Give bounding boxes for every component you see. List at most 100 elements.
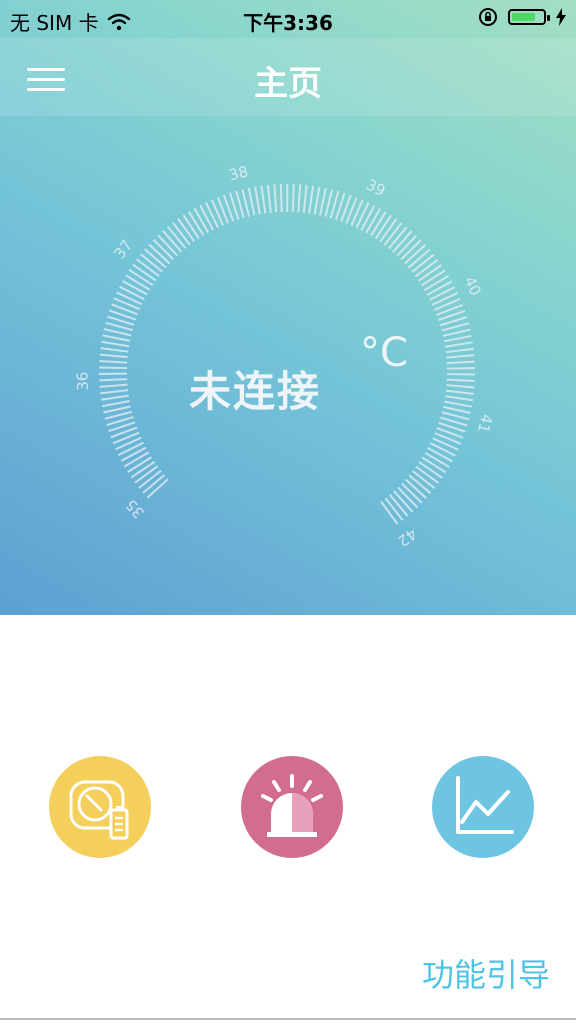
gauge-tick	[99, 366, 128, 370]
gauge-tick	[411, 253, 435, 273]
gauge-tick	[424, 451, 450, 468]
gauge-tick	[446, 360, 475, 365]
gauge-tick	[254, 186, 261, 215]
gauge-tick	[313, 186, 321, 215]
gauge-tick	[291, 184, 295, 213]
gauge-tick	[297, 184, 302, 213]
gauge-tick	[103, 328, 132, 337]
gauge-tick	[266, 184, 272, 213]
gauge-tick	[350, 199, 364, 226]
gauge-tick	[412, 470, 436, 490]
gauge-tick	[432, 437, 459, 451]
gauge-tick	[446, 378, 475, 382]
gauge-tick	[177, 218, 196, 243]
gauge-tick	[188, 211, 205, 237]
gauge-tick	[427, 447, 453, 463]
chart-button[interactable]	[432, 756, 534, 858]
gauge-scale-label: 35	[122, 496, 148, 522]
gauge-tick	[426, 280, 453, 296]
gauge-tick	[134, 465, 159, 484]
gauge-tick	[100, 347, 129, 353]
gauge-tick	[442, 405, 471, 414]
gauge-tick	[446, 354, 475, 359]
gauge-scale-label: 41	[474, 412, 496, 435]
gauge-tick	[414, 258, 439, 278]
gauge-tick	[446, 384, 475, 389]
gauge-tick	[279, 184, 283, 213]
gauge-scale-label: 39	[363, 176, 388, 201]
battery-icon	[508, 9, 550, 25]
gauge-tick	[101, 340, 130, 348]
gauge-tick	[360, 205, 376, 231]
gauge-tick	[260, 185, 267, 214]
gauge-tick	[135, 258, 160, 277]
gauge-tick	[365, 208, 381, 234]
gauge-tick	[374, 214, 392, 240]
gauge-scale-label: 38	[227, 162, 250, 184]
gauge-tick	[130, 460, 156, 479]
gauge-tick	[182, 214, 200, 240]
connection-status: 未连接	[188, 367, 321, 416]
alarm-light-icon	[261, 774, 323, 837]
gauge-tick	[431, 292, 459, 306]
feature-guide-link[interactable]: 功能引导	[422, 950, 550, 996]
gauge-tick	[379, 218, 398, 243]
gauge-tick	[101, 400, 130, 408]
gauge-tick	[380, 500, 399, 525]
gauge-tick	[418, 461, 443, 479]
gauge-tick	[128, 269, 154, 286]
charging-icon	[556, 8, 566, 26]
bottom-divider	[0, 1018, 576, 1020]
gauge-tick	[115, 436, 142, 451]
device-button[interactable]	[49, 756, 151, 858]
gauge-tick	[355, 202, 370, 229]
gauge-tick	[199, 204, 214, 231]
gauge-tick	[100, 389, 129, 395]
gauge-tick	[302, 184, 308, 213]
temperature-unit: °C	[360, 330, 408, 376]
gauge-tick	[319, 187, 327, 216]
gauge-tick	[421, 269, 446, 287]
gauge-tick	[116, 291, 143, 306]
gauge-tick	[445, 395, 474, 402]
gauge-scale-label: 40	[460, 274, 484, 299]
gauge-tick	[443, 334, 472, 343]
gauge-tick	[308, 185, 315, 214]
gauge-tick	[383, 222, 403, 246]
gauge-tick	[417, 264, 443, 282]
gauge-tick	[324, 189, 334, 217]
gauge-tick	[125, 274, 151, 291]
gauge-tick	[99, 383, 128, 388]
gauge-tick	[444, 400, 472, 408]
gauge-tick	[205, 201, 219, 229]
gauge-tick	[429, 286, 456, 301]
gauge-scale-label: 37	[110, 236, 136, 262]
gauge-tick	[193, 207, 210, 234]
gauge-tick	[446, 367, 475, 370]
gauge-tick	[99, 360, 128, 364]
gauge-tick	[100, 394, 129, 401]
gauge-scale-label: 36	[73, 371, 92, 391]
gauge-tick	[384, 497, 404, 521]
gauge-tick	[99, 378, 128, 382]
gauge-tick	[127, 456, 153, 473]
page-title: 主页	[254, 64, 322, 104]
gauge-tick	[99, 353, 128, 359]
gauge-tick	[119, 285, 145, 301]
gauge-tick	[415, 465, 440, 484]
gauge-tick	[273, 184, 278, 213]
gauge-tick	[442, 328, 471, 337]
gauge-tick	[370, 211, 387, 237]
gauge-tick	[117, 441, 144, 456]
line-chart-icon	[456, 776, 514, 834]
gauge-tick	[132, 263, 157, 282]
status-bar: 无 SIM 卡 下午3:36	[0, 0, 576, 38]
gauge-tick	[172, 221, 191, 246]
gauge-tick	[123, 451, 150, 468]
gauge-tick	[138, 469, 162, 489]
gauge-tick	[429, 442, 456, 457]
gauge-tick	[247, 187, 256, 216]
alarm-button[interactable]	[241, 756, 343, 858]
gauge-tick	[102, 334, 131, 342]
device-battery-icon	[69, 780, 129, 840]
